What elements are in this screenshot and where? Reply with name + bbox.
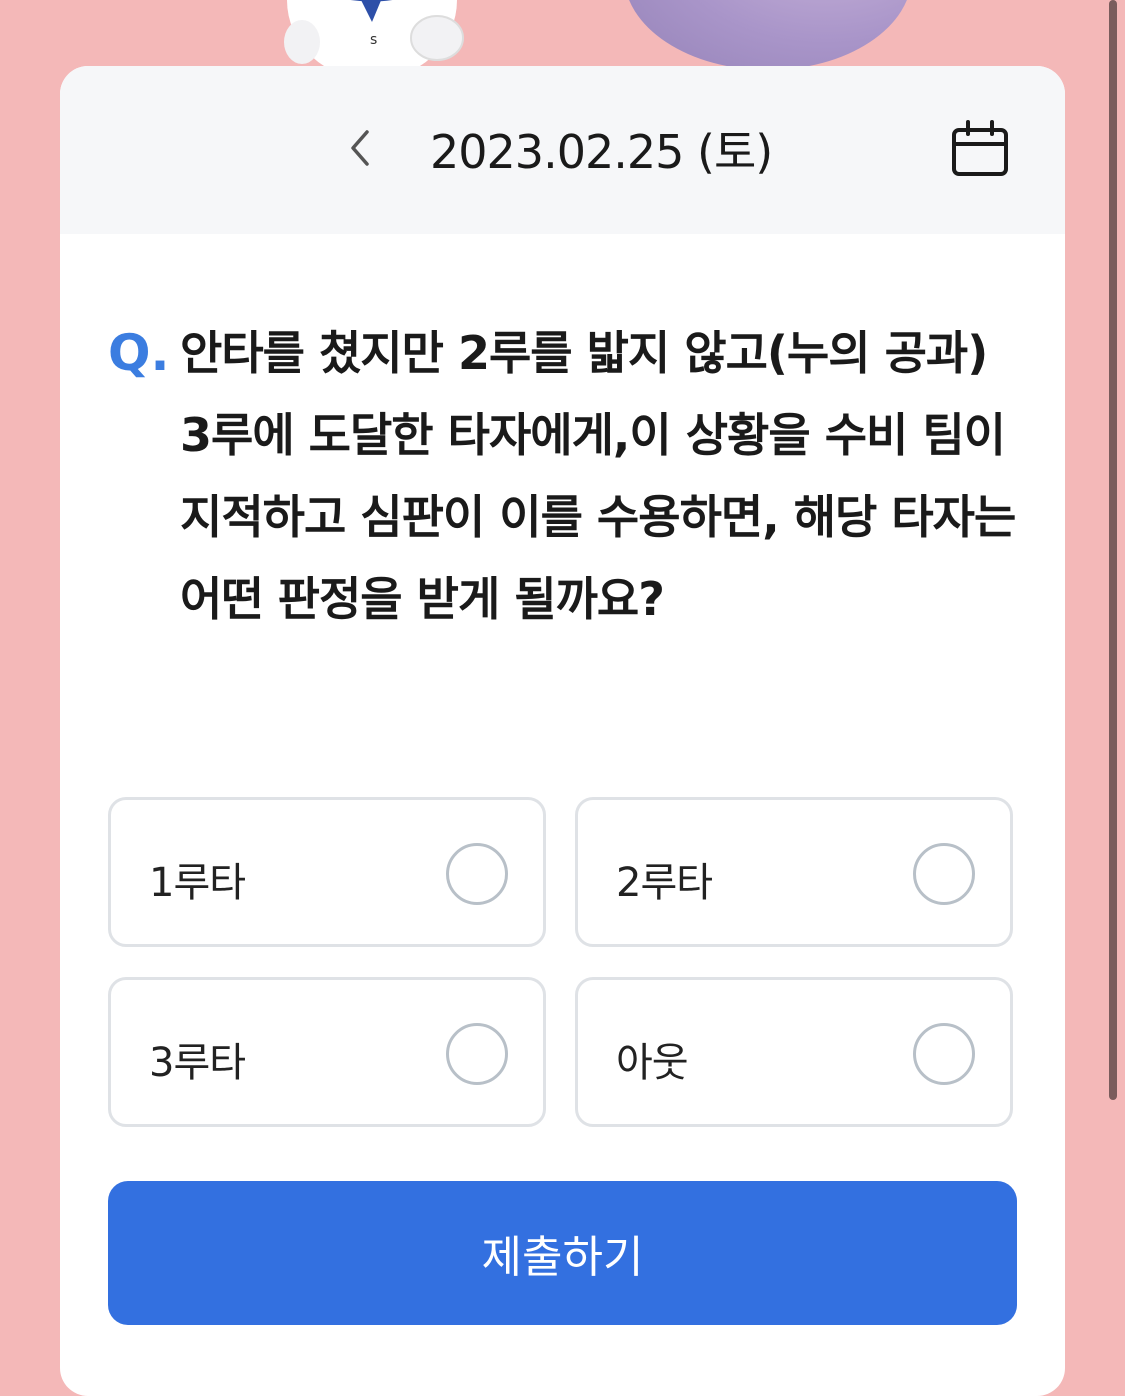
mascot-character-right — [624, 0, 912, 70]
calendar-button[interactable] — [948, 118, 1012, 182]
answer-option-label: 2루타 — [616, 860, 713, 906]
answer-option-label: 1루타 — [149, 860, 246, 906]
answer-option-label: 3루타 — [149, 1040, 246, 1086]
answer-option-3[interactable]: 3루타 — [108, 977, 546, 1127]
answer-option-2[interactable]: 2루타 — [575, 797, 1013, 947]
date-navigation-bar: 2023.02.25 (토) — [60, 66, 1065, 234]
scrollbar[interactable] — [1109, 0, 1117, 1100]
chevron-left-icon — [345, 128, 375, 172]
previous-day-button[interactable] — [330, 120, 390, 180]
radio-circle-icon[interactable] — [913, 1023, 975, 1085]
radio-circle-icon[interactable] — [446, 1023, 508, 1085]
current-date: 2023.02.25 (토) — [430, 125, 773, 179]
radio-circle-icon[interactable] — [446, 843, 508, 905]
question-prefix: Q. — [108, 324, 170, 382]
question-text: 안타를 쳤지만 2루를 밟지 않고(누의 공과) 3루에 도달한 타자에게,이 … — [180, 326, 1016, 626]
question-block: Q. 안타를 쳤지만 2루를 밟지 않고(누의 공과) 3루에 도달한 타자에게… — [108, 312, 1028, 640]
calendar-icon — [948, 120, 1012, 186]
radio-circle-icon[interactable] — [913, 843, 975, 905]
answer-option-label: 아웃 — [616, 1040, 689, 1086]
answer-option-1[interactable]: 1루타 — [108, 797, 546, 947]
quiz-card: 2023.02.25 (토) Q. 안타를 쳤지만 2루를 밟지 않고(누의 공… — [60, 66, 1065, 1396]
svg-text:s: s — [370, 32, 377, 48]
answer-option-4[interactable]: 아웃 — [575, 977, 1013, 1127]
submit-button[interactable]: 제출하기 — [108, 1181, 1017, 1325]
